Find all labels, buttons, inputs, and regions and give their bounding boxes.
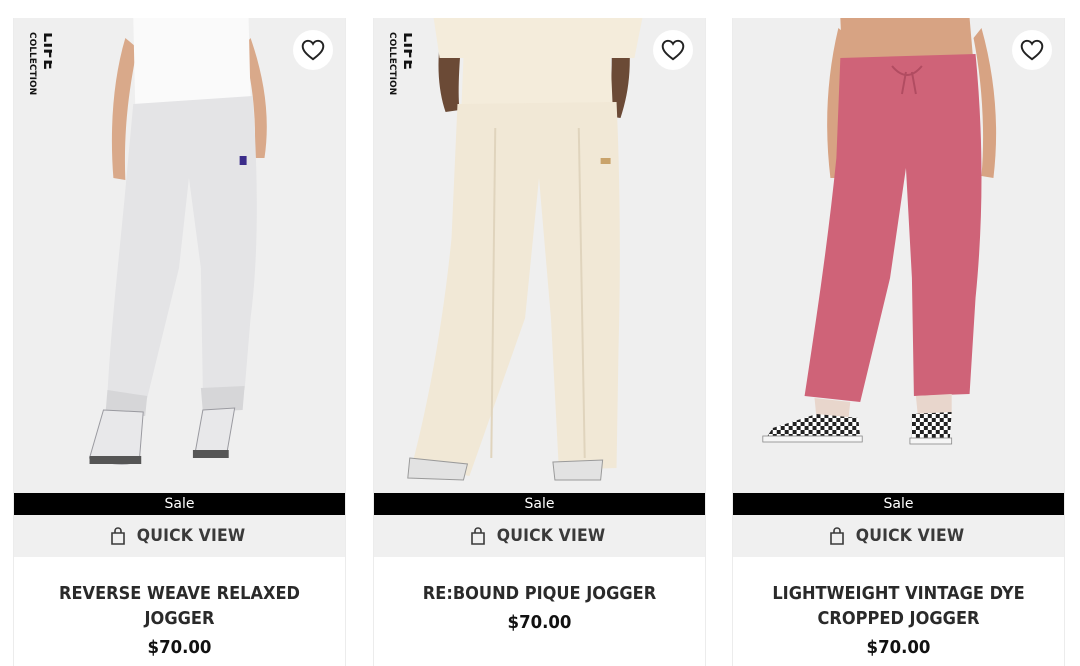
heart-outline-icon: [661, 39, 685, 61]
svg-text:LIFE: LIFE: [40, 32, 52, 70]
heart-outline-icon: [1020, 39, 1044, 61]
sale-badge: Sale: [374, 493, 705, 515]
svg-text:COLLECTION: COLLECTION: [27, 32, 37, 95]
shopping-bag-icon: [829, 527, 844, 545]
product-info: LIGHTWEIGHT VINTAGE DYE CROPPED JOGGER $…: [733, 581, 1064, 661]
product-name[interactable]: REVERSE WEAVE RELAXED JOGGER: [31, 581, 329, 631]
product-image[interactable]: [733, 18, 1064, 493]
product-card[interactable]: LIFE COLLECTION Sale QUICK VIEW REVERSE …: [13, 18, 346, 666]
life-collection-badge: LIFE COLLECTION: [18, 26, 59, 96]
product-info: RE:BOUND PIQUE JOGGER $70.00: [374, 581, 705, 636]
jogger-photo: [14, 18, 345, 493]
quick-view-label: QUICK VIEW: [136, 526, 245, 546]
jogger-photo: [733, 18, 1064, 493]
quick-view-button[interactable]: QUICK VIEW: [733, 515, 1064, 557]
heart-outline-icon: [301, 39, 325, 61]
quick-view-label: QUICK VIEW: [855, 526, 964, 546]
product-card[interactable]: LIFE COLLECTION Sale QUICK VIEW RE:BOUND…: [373, 18, 706, 666]
product-image[interactable]: LIFE COLLECTION: [374, 18, 705, 493]
product-info: REVERSE WEAVE RELAXED JOGGER $70.00: [14, 581, 345, 661]
sale-badge: Sale: [733, 493, 1064, 515]
quick-view-button[interactable]: QUICK VIEW: [374, 515, 705, 557]
shopping-bag-icon: [470, 527, 485, 545]
quick-view-label: QUICK VIEW: [496, 526, 605, 546]
svg-text:COLLECTION: COLLECTION: [387, 32, 397, 95]
svg-text:LIFE: LIFE: [400, 32, 412, 70]
jogger-photo: [374, 18, 705, 493]
favorite-button[interactable]: [653, 30, 693, 70]
product-price: $70.00: [866, 637, 931, 658]
product-price: $70.00: [507, 612, 572, 633]
favorite-button[interactable]: [293, 30, 333, 70]
life-collection-badge: LIFE COLLECTION: [378, 26, 419, 96]
product-image[interactable]: LIFE COLLECTION: [14, 18, 345, 493]
product-price: $70.00: [147, 637, 212, 658]
favorite-button[interactable]: [1012, 30, 1052, 70]
sale-badge: Sale: [14, 493, 345, 515]
product-name[interactable]: RE:BOUND PIQUE JOGGER: [391, 581, 689, 606]
shopping-bag-icon: [110, 527, 125, 545]
quick-view-button[interactable]: QUICK VIEW: [14, 515, 345, 557]
product-name[interactable]: LIGHTWEIGHT VINTAGE DYE CROPPED JOGGER: [750, 581, 1048, 631]
product-grid: LIFE COLLECTION Sale QUICK VIEW REVERSE …: [0, 0, 1080, 666]
product-card[interactable]: Sale QUICK VIEW LIGHTWEIGHT VINTAGE DYE …: [732, 18, 1065, 666]
